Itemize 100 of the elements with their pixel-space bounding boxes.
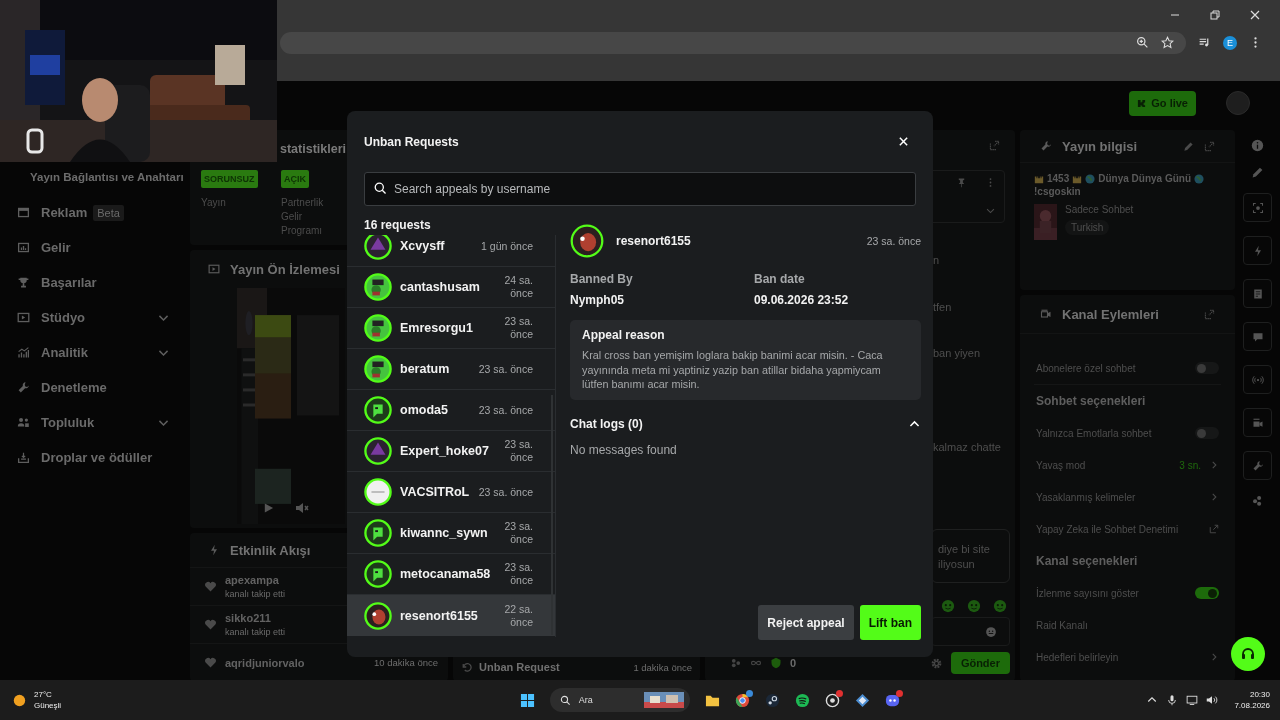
log-time: 1 dakika önce <box>633 661 692 673</box>
lift-ban-button[interactable]: Lift ban <box>859 605 921 640</box>
pop-out-icon[interactable] <box>989 139 1000 151</box>
event-time: 10 dakika önce <box>374 657 438 668</box>
steam-icon[interactable] <box>764 692 780 708</box>
sidebar-item[interactable]: Gelir <box>0 230 190 265</box>
avatar <box>364 519 392 547</box>
field-value: Nymph05 <box>570 293 626 307</box>
media-icon[interactable] <box>1198 36 1211 49</box>
bolt-icon <box>208 544 220 556</box>
empty-message: No messages found <box>570 442 678 457</box>
stream-title: Dünya Dünya Günü <box>1098 173 1192 184</box>
toggle-switch[interactable] <box>1195 587 1219 599</box>
field-value: 09.06.2026 23:52 <box>754 293 850 307</box>
dots-icon[interactable] <box>730 657 742 669</box>
avatar <box>364 273 392 301</box>
browser-icon[interactable] <box>734 692 750 708</box>
username: kiwannc_sywn <box>400 526 488 540</box>
request-item[interactable]: cantashusam 24 sa. önce <box>347 267 555 308</box>
sidebar-label: Stüdyo <box>41 310 86 325</box>
username: Emresorgu1 <box>400 321 473 335</box>
request-item[interactable]: Emresorgu1 23 sa. önce <box>347 308 555 349</box>
request-item[interactable]: kiwannc_sywn 23 sa. önce <box>347 513 555 554</box>
reject-button[interactable]: Reject appeal <box>758 605 854 640</box>
sidebar-title[interactable]: Yayın Bağlantısı ve Anahtarı <box>30 169 184 186</box>
sidebar-item[interactable]: Analitik <box>0 335 190 370</box>
search-field[interactable]: Ara <box>549 688 690 712</box>
profile-avatar[interactable]: E <box>1223 35 1237 50</box>
star-icon[interactable] <box>1161 36 1174 49</box>
request-item[interactable]: VACSITRoL 23 sa. önce <box>347 472 555 513</box>
search-field[interactable]: Search appeals by username <box>364 172 916 206</box>
info-icon[interactable] <box>1251 139 1264 152</box>
speaker-icon[interactable] <box>1206 694 1219 706</box>
trophy-icon <box>17 276 30 289</box>
network-icon[interactable] <box>1186 694 1199 706</box>
setting-label: Yasaklanmış kelimeler <box>1036 491 1137 503</box>
panel-title: Kanal Eylemleri <box>1062 306 1160 322</box>
globe-icon <box>1085 173 1096 184</box>
restore-icon[interactable] <box>1210 10 1220 20</box>
play-icon[interactable] <box>263 502 274 514</box>
setting-label: Abonelere özel sohbet <box>1036 362 1137 374</box>
request-item[interactable]: beratum 23 sa. önce <box>347 349 555 390</box>
headset-icon <box>1240 646 1256 662</box>
rail-button[interactable] <box>1243 451 1272 480</box>
external-link-icon[interactable] <box>1209 524 1219 534</box>
sidebar-item[interactable]: Denetleme <box>0 370 190 405</box>
camera-app-icon[interactable] <box>824 692 840 708</box>
request-time: 23 sa. önce <box>477 362 533 376</box>
username: Xcvysff <box>400 239 445 253</box>
dots-icon[interactable] <box>1251 494 1264 507</box>
rail-button[interactable] <box>1243 365 1272 394</box>
spotify-icon[interactable] <box>794 692 810 708</box>
request-item[interactable]: resenort6155 22 sa. önce <box>347 595 555 636</box>
stream-title: !csgoskin <box>1034 186 1081 197</box>
pop-out-icon[interactable] <box>1204 140 1215 152</box>
request-item[interactable]: Xcvysff 1 gün önce <box>347 235 555 267</box>
toggle-switch[interactable] <box>1195 427 1219 439</box>
request-item[interactable]: Expert_hoke07 23 sa. önce <box>347 431 555 472</box>
pencil-icon[interactable] <box>1251 166 1264 179</box>
emote-icon[interactable] <box>941 599 955 613</box>
emote-icon[interactable] <box>993 599 1007 613</box>
request-item[interactable]: omoda5 23 sa. önce <box>347 390 555 431</box>
temperature: 27°C <box>34 690 53 699</box>
event-action: kanalı takip etti <box>225 589 286 599</box>
emoji-icon[interactable] <box>985 625 997 638</box>
sidebar-item[interactable]: Reklam Beta <box>0 195 190 230</box>
sun-icon[interactable] <box>13 693 26 707</box>
sidebar-item[interactable]: Stüdyo <box>0 300 190 335</box>
request-time: 23 sa. önce <box>477 485 533 499</box>
event-user: aqridjuniorvalo <box>225 656 305 669</box>
discord-icon[interactable] <box>884 692 900 708</box>
rail-button[interactable] <box>1243 279 1272 308</box>
toggle-switch[interactable] <box>1195 362 1219 374</box>
windows-icon[interactable] <box>519 692 535 708</box>
language-tag: Turkish <box>1065 220 1110 235</box>
sidebar-item[interactable]: Başarılar <box>0 265 190 300</box>
window-icon <box>17 206 30 219</box>
rail-button[interactable] <box>1243 322 1272 351</box>
sidebar-item[interactable]: Topluluk <box>0 405 190 440</box>
setting-label: Yalnızca Emotlarla sohbet <box>1036 427 1153 439</box>
support-button[interactable] <box>1231 637 1265 671</box>
mute-icon[interactable] <box>295 502 309 514</box>
microphone-icon[interactable] <box>1166 694 1179 706</box>
close-icon[interactable] <box>1250 10 1260 20</box>
settings-icon[interactable] <box>929 656 943 670</box>
heart-icon <box>204 580 217 593</box>
avatar <box>364 478 392 506</box>
emote-icon[interactable] <box>967 599 981 613</box>
zoom-icon[interactable] <box>1136 36 1149 49</box>
rail-button[interactable] <box>1243 408 1272 437</box>
pin-icon[interactable] <box>956 177 967 188</box>
panel-title: Yayın Ön İzlemesi <box>230 261 340 277</box>
pop-out-icon[interactable] <box>1204 308 1215 320</box>
event-user: sikko211 <box>225 612 272 624</box>
sidebar-item[interactable]: Droplar ve ödüller <box>0 440 190 475</box>
rail-button[interactable] <box>1243 193 1272 222</box>
app-icon[interactable] <box>854 692 870 708</box>
pencil-icon[interactable] <box>1183 140 1194 152</box>
reply-text: diye bi site <box>938 542 991 555</box>
chat-logs-header[interactable]: Chat logs (0) <box>570 413 921 434</box>
